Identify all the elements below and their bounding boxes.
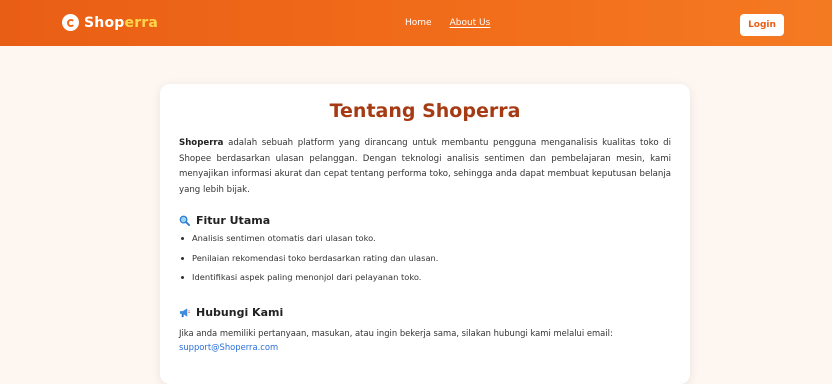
features-list: Analisis sentimen otomatis dari ulasan t… (179, 233, 438, 292)
brand-name-part1: Shop (84, 15, 125, 31)
megaphone-icon (179, 307, 190, 318)
contact-heading-text: Hubungi Kami (196, 306, 283, 319)
feature-text: Penilaian rekomendasi toko berdasarkan r… (192, 253, 438, 263)
about-card: Tentang Shoperra Shoperra adalah sebuah … (160, 84, 690, 384)
feature-text: Analisis sentimen otomatis dari ulasan t… (192, 233, 376, 243)
top-navbar: Shoperra Home About Us Login (0, 0, 832, 46)
page-title: Tentang Shoperra (160, 100, 690, 122)
list-item: Analisis sentimen otomatis dari ulasan t… (179, 233, 438, 253)
nav-links: Home About Us (405, 18, 490, 28)
brand-name: Shoperra (84, 15, 158, 31)
features-heading: Fitur Utama (179, 214, 270, 227)
contact-text: Jika anda memiliki pertanyaan, masukan, … (179, 328, 613, 338)
support-email-link[interactable]: support@Shoperra.com (179, 342, 278, 352)
intro-paragraph: Shoperra adalah sebuah platform yang dir… (179, 136, 671, 198)
nav-link-about-us[interactable]: About Us (450, 18, 491, 28)
features-heading-text: Fitur Utama (196, 214, 270, 227)
magnifier-icon (179, 215, 190, 226)
list-item: Penilaian rekomendasi toko berdasarkan r… (179, 253, 438, 273)
brand-name-part2: erra (125, 15, 159, 31)
contact-heading: Hubungi Kami (179, 306, 283, 319)
list-item: Identifikasi aspek paling menonjol dari … (179, 272, 438, 292)
logo-icon (62, 14, 79, 31)
feature-text: Identifikasi aspek paling menonjol dari … (192, 272, 421, 282)
nav-link-home[interactable]: Home (405, 18, 432, 28)
intro-brand-name: Shoperra (179, 138, 223, 148)
contact-paragraph: Jika anda memiliki pertanyaan, masukan, … (179, 326, 679, 354)
intro-text: adalah sebuah platform yang dirancang un… (179, 138, 671, 195)
login-button[interactable]: Login (740, 14, 784, 36)
brand-logo[interactable]: Shoperra (62, 14, 158, 31)
